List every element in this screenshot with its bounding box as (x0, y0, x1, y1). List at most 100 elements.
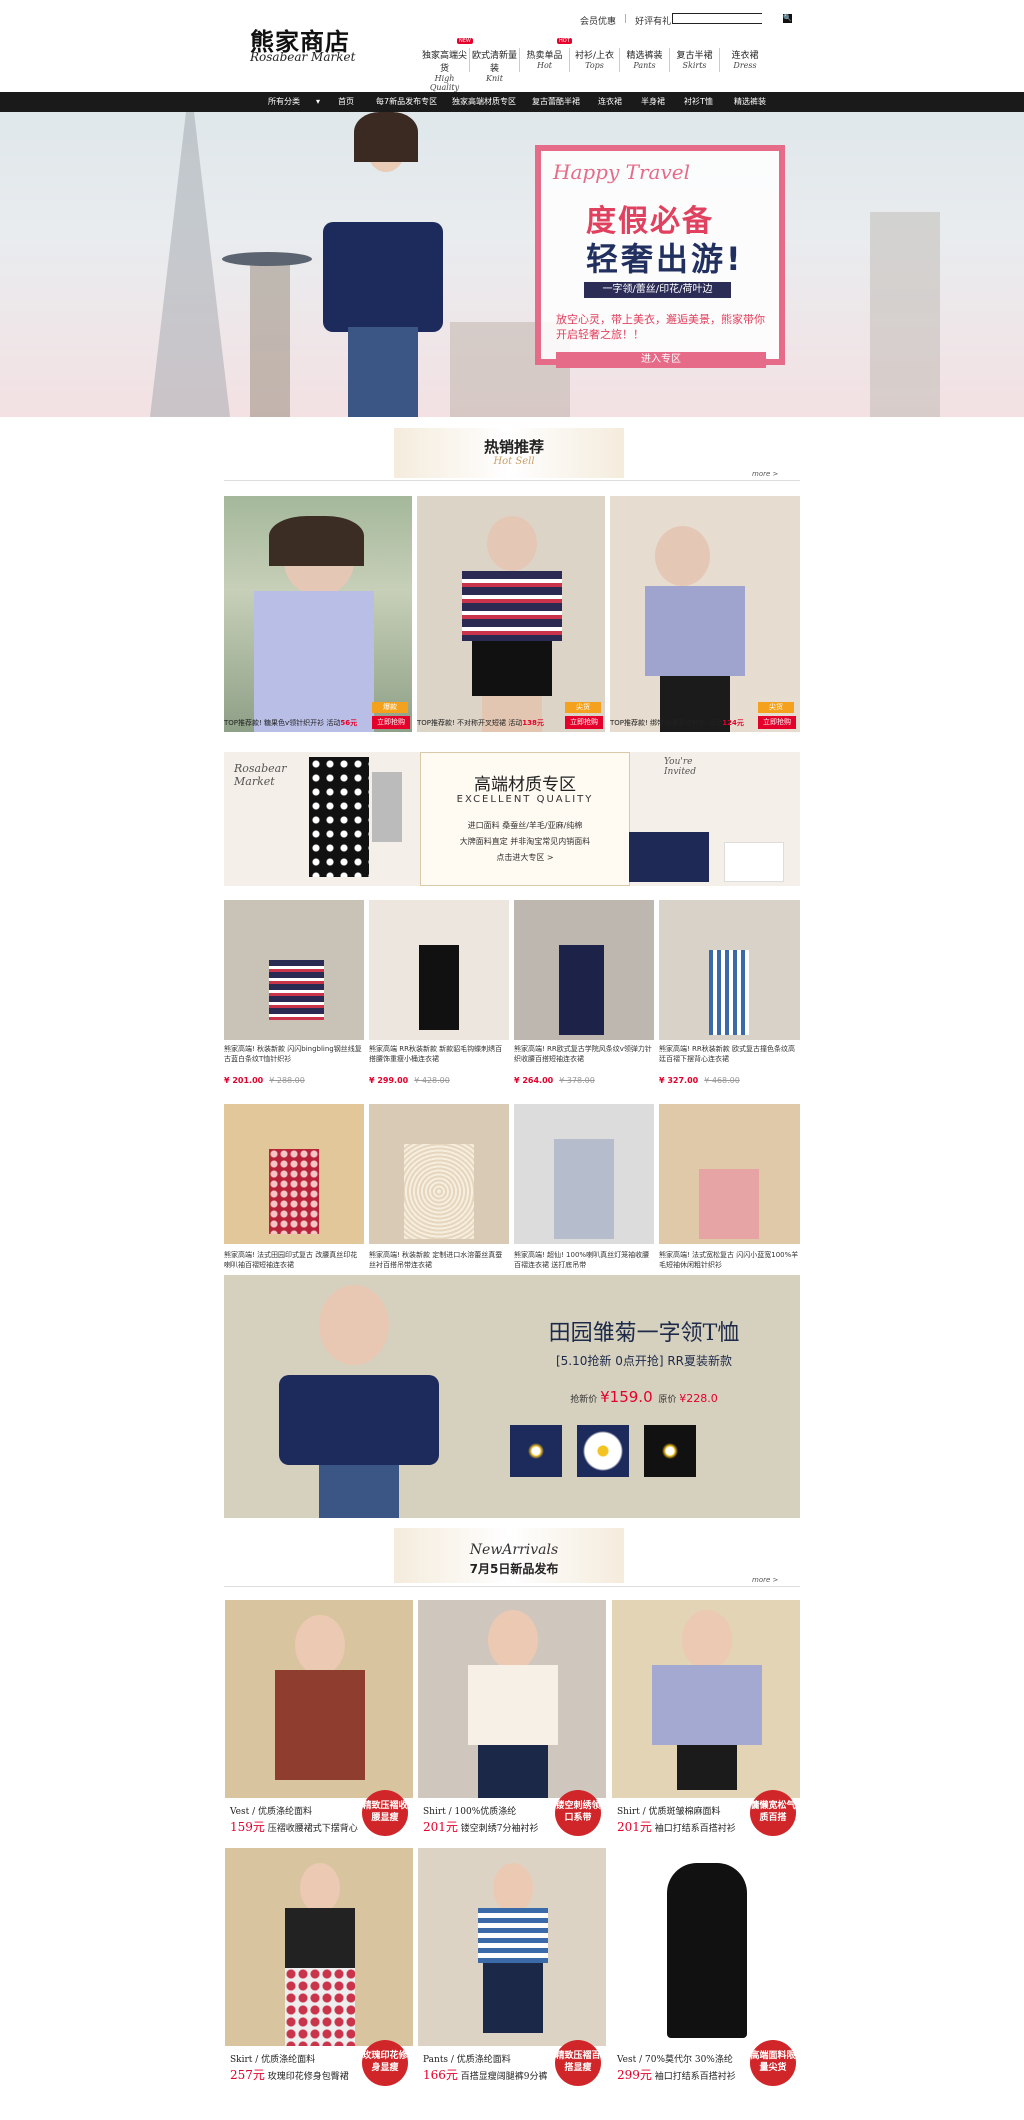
more-link[interactable]: more > (752, 1576, 778, 1584)
cat-half-skirt[interactable]: 半身裙 (641, 92, 665, 112)
nav-item-tops[interactable]: 衬衫/上衣 Tops (570, 48, 620, 72)
product-image[interactable] (418, 1848, 606, 2046)
buy-now-button[interactable]: 立即抢购 (372, 716, 410, 729)
feature-badge: 镂空刺绣领口系带 (555, 1790, 601, 1836)
quality-banner[interactable]: Rosabear Market 高端材质专区 EXCELLENT QUALITY… (224, 752, 800, 886)
shirt-image (724, 842, 784, 882)
nav-item-skirts[interactable]: 复古半裙 Skirts (670, 48, 720, 72)
product-image[interactable] (612, 1600, 800, 1798)
price-value: 166元 (423, 2068, 458, 2082)
nav-item-hot[interactable]: HOT 热卖单品 Hot (520, 38, 572, 72)
divider (224, 480, 800, 481)
quality-script2: You're Invited (664, 757, 697, 777)
hot-badge: HOT (557, 38, 572, 44)
product-caption[interactable]: 熊家高端! RR秋装新款 欧式复古撞色条纹高廷百褶下摆背心连衣裙 (659, 1044, 799, 1064)
product-image[interactable] (225, 1600, 413, 1798)
hot-section-header: 热销推荐 Hot Sell more > (224, 418, 800, 484)
product-caption[interactable]: 熊家高端 RR秋装新款 新款貂毛钩蝶刺绣百搭腰饰重瘦小桶连衣裙 (369, 1044, 509, 1064)
product-caption[interactable]: 熊家高端! RR欧式复古学院风条纹v领弹力针织收腰百搭短袖连衣裙 (514, 1044, 654, 1064)
product-name[interactable]: Vest / 70%莫代尔 30%涤纶 (617, 2052, 733, 2065)
fabric-swatch[interactable] (510, 1425, 562, 1477)
orig-price: ¥228.0 (679, 1392, 718, 1405)
product-image[interactable] (225, 1848, 413, 2046)
feature-badge: 玫瑰印花修身显瘦 (362, 2040, 408, 2086)
hero-banner[interactable]: Happy Travel 度假必备 轻奢出游! 一字领/蕾丝/印花/荷叶边 放空… (0, 112, 1024, 417)
nav-label: 衬衫/上衣 (574, 51, 615, 61)
nav-sublabel: Skirts (682, 61, 707, 70)
product-caption[interactable]: 熊家高端! 秋装新款 闪闪bingbling钢丝线复古蓝白条纹T恤针织衫 (224, 1044, 364, 1064)
search-icon[interactable]: 🔍 (783, 14, 792, 23)
product-image[interactable] (224, 1104, 364, 1244)
product-name[interactable]: Shirt / 100%优质涤纶 (423, 1804, 516, 1817)
product-image[interactable] (659, 900, 800, 1040)
product-price: 159元 压褶收腰裙式下摆背心 (230, 1818, 358, 1835)
chevron-down-icon[interactable]: ▾ (316, 92, 320, 112)
product-image[interactable] (610, 496, 800, 732)
search-input[interactable] (673, 14, 783, 23)
promo-price: 抢新价 ¥159.0 原价 ¥228.0 (494, 1388, 794, 1406)
hot-badge: 爆款 (372, 702, 408, 713)
fabric-swatch[interactable] (577, 1425, 629, 1477)
nav-item-pants[interactable]: 精选裤装 Pants (620, 48, 670, 72)
cat-quality[interactable]: 独家高端材质专区 (452, 92, 516, 112)
price-old: ¥ 378.00 (559, 1076, 595, 1085)
section-title: 热销推荐 (483, 438, 544, 456)
nav-item-dress[interactable]: 连衣裙 Dress (720, 48, 770, 72)
cat-dress[interactable]: 连衣裙 (598, 92, 622, 112)
cat-shirts[interactable]: 衬衫T恤 (684, 92, 713, 112)
product-image[interactable] (514, 1104, 654, 1244)
product-image[interactable] (612, 1848, 800, 2046)
product-image[interactable] (224, 900, 364, 1040)
banner-enter-button[interactable]: 进入专区 (556, 352, 766, 368)
member-link[interactable]: 会员优惠 (580, 14, 616, 27)
cat-home[interactable]: 首页 (338, 92, 354, 112)
product-desc: 袖口打结系百搭衬衫 (654, 2072, 736, 2082)
product-price: 299元 袖口打结系百搭衬衫 (617, 2066, 736, 2083)
top-links: 会员优惠 | 好评有礼 (580, 14, 671, 27)
product-image[interactable] (369, 900, 509, 1040)
product-image[interactable] (514, 900, 654, 1040)
feature-badge: 慵懒宽松气质百搭 (750, 1790, 796, 1836)
price-value: 257元 (230, 2068, 265, 2082)
price-value: 201元 (617, 1820, 652, 1834)
buy-now-button[interactable]: 立即抢购 (565, 716, 603, 729)
product-name[interactable]: Pants / 优质涤纶面料 (423, 2052, 511, 2065)
pre-label: 抢新价 (570, 1395, 598, 1405)
review-link[interactable]: 好评有礼 (635, 14, 671, 27)
price-old: ¥ 428.00 (414, 1076, 450, 1085)
product-image[interactable] (659, 1104, 800, 1244)
product-image[interactable] (417, 496, 605, 732)
product-image[interactable] (224, 496, 412, 732)
cat-all[interactable]: 所有分类 (268, 92, 300, 112)
nav-item-high-quality[interactable]: NEW 独家高端尖货 High Quality (420, 38, 473, 92)
feature-badge: 精致压褶百搭显瘦 (555, 2040, 601, 2086)
product-name[interactable]: Shirt / 优质斑皱棉麻面料 (617, 1804, 721, 1817)
nav-sublabel: Pants (633, 61, 656, 70)
cat-pants[interactable]: 精选裤装 (734, 92, 766, 112)
product-image[interactable] (418, 1600, 606, 1798)
price-now: ¥ 327.00 (659, 1076, 699, 1085)
buy-now-button[interactable]: 立即抢购 (758, 716, 796, 729)
cat-vintage-skirts[interactable]: 复古蕾酷半裙 (532, 92, 580, 112)
main-nav: NEW 独家高端尖货 High Quality 欧式清新量装 Knit HOT 热卖单品… (420, 38, 770, 92)
product-desc: 镂空刺绣7分袖衬衫 (460, 1824, 539, 1834)
nav-item-knit[interactable]: 欧式清新量装 Knit (470, 48, 520, 83)
jeans-image (319, 1465, 399, 1518)
fabric-swatch[interactable] (644, 1425, 696, 1477)
product-image[interactable] (369, 1104, 509, 1244)
banner-desc: 放空心灵，带上美衣，邂逅美景，熊家带你开启轻奢之旅！！ (556, 313, 765, 341)
product-caption[interactable]: 熊家高端! 超仙! 100%喇叭真丝灯笼袖收腰百褶连衣裙 送打底吊带 (514, 1250, 654, 1270)
cat-new-weekly[interactable]: 每7新品发布专区 (376, 92, 437, 112)
more-link[interactable]: more > (752, 470, 778, 478)
product-caption[interactable]: 熊家高端! 法式宽松复古 闪闪小蓝宽100%羊毛短袖休闲粗针织衫 (659, 1250, 799, 1270)
product-name[interactable]: Skirt / 优质涤纶面料 (230, 2052, 315, 2065)
product-price: ¥ 327.00 ¥ 468.00 (659, 1076, 740, 1085)
airplane-icon (222, 252, 312, 266)
product-caption[interactable]: 熊家高端! 法式田园印式复古 改腰真丝印花喇叭袖百褶短袖连衣裙 (224, 1250, 364, 1270)
nav-label: 复古半裙 (676, 51, 713, 61)
product-caption: TOP推荐款! 不对称开叉短裙 活动138元 (417, 718, 565, 728)
product-caption[interactable]: 熊家高端! 秋装新款 定制进口水溶蕾丝真蚕丝衬百搭吊带连衣裙 (369, 1250, 509, 1270)
product-name[interactable]: Vest / 优质涤纶面料 (230, 1804, 312, 1817)
quality-enter-link[interactable]: 点击进大专区 > (420, 852, 630, 863)
promo-banner[interactable]: 田园雏菊一字领T恤 [5.10抢新 0点开抢] RR夏装新款 抢新价 ¥159.… (224, 1275, 800, 1518)
